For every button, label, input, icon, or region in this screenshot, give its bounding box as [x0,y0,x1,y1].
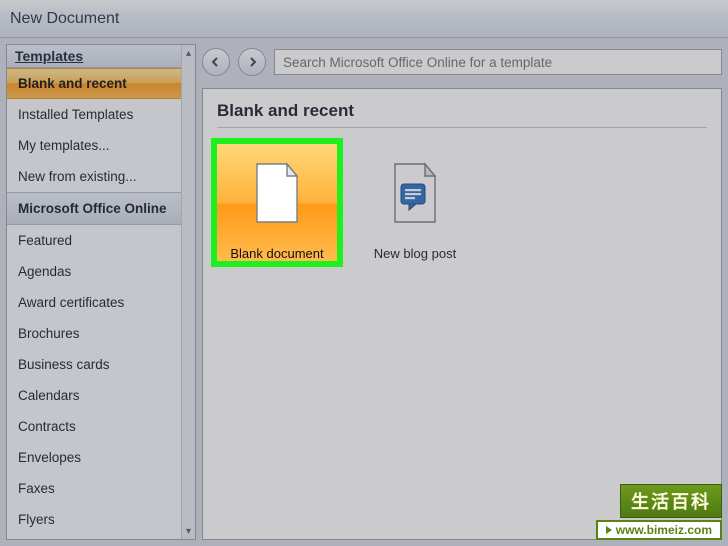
template-items-row: Blank document New [217,144,707,261]
arrow-left-icon [210,56,222,68]
right-panel: Blank and recent Blank document [196,38,728,546]
search-input[interactable] [274,49,722,75]
sidebar-item-blank-and-recent[interactable]: Blank and recent [7,68,181,99]
template-item-label: New blog post [374,246,456,261]
watermark: 生活百科 www.bimeiz.com [596,484,722,540]
sidebar-wrap: Templates Blank and recent Installed Tem… [0,38,196,546]
sidebar-item-flyers[interactable]: Flyers [7,504,181,535]
sidebar-item-label: Flyers [18,512,55,527]
sidebar-item-contracts[interactable]: Contracts [7,411,181,442]
sidebar-item-label: My templates... [18,138,110,153]
sidebar-item-label: Contracts [18,419,76,434]
sidebar-item-brochures[interactable]: Brochures [7,318,181,349]
doc-icon-wrap [234,150,320,236]
nav-forward-button[interactable] [238,48,266,76]
template-item-new-blog-post[interactable]: New blog post [355,144,475,261]
sidebar-header-templates[interactable]: Templates [7,45,181,68]
sidebar-item-label: Blank and recent [18,76,127,91]
sidebar-item-label: Microsoft Office Online [18,201,167,216]
titlebar: New Document [0,0,728,38]
sidebar-item-label: Installed Templates [18,107,133,122]
sidebar-item-installed-templates[interactable]: Installed Templates [7,99,181,130]
sidebar-item-calendars[interactable]: Calendars [7,380,181,411]
sidebar-group-office-online: Microsoft Office Online [7,192,181,225]
sidebar-item-new-from-existing[interactable]: New from existing... [7,161,181,192]
nav-back-button[interactable] [202,48,230,76]
template-item-blank-document[interactable]: Blank document [217,144,337,261]
sidebar-item-featured[interactable]: Featured [7,225,181,256]
sidebar-scrollbar[interactable]: ▴ ▾ [181,45,195,539]
sidebar-item-label: Envelopes [18,450,81,465]
doc-icon-wrap [372,150,458,236]
window-title: New Document [10,10,119,28]
sidebar-item-label: Agendas [18,264,71,279]
main-area: Templates Blank and recent Installed Tem… [0,38,728,546]
blank-document-icon [251,162,303,224]
template-item-label: Blank document [230,246,323,261]
sidebar-item-faxes[interactable]: Faxes [7,473,181,504]
watermark-url: www.bimeiz.com [596,520,722,540]
watermark-banner: 生活百科 [620,484,722,518]
sidebar-item-label: Faxes [18,481,55,496]
scroll-down-icon[interactable]: ▾ [182,523,195,539]
sidebar-item-label: New from existing... [18,169,137,184]
sidebar-item-business-cards[interactable]: Business cards [7,349,181,380]
sidebar-item-label: Business cards [18,357,110,372]
sidebar-item-label: Brochures [18,326,80,341]
sidebar-content: Templates Blank and recent Installed Tem… [7,45,181,535]
sidebar-item-award-certificates[interactable]: Award certificates [7,287,181,318]
templates-sidebar: Templates Blank and recent Installed Tem… [6,44,196,540]
toolbar [202,44,722,80]
sidebar-item-envelopes[interactable]: Envelopes [7,442,181,473]
sidebar-item-agendas[interactable]: Agendas [7,256,181,287]
blog-post-icon [389,162,441,224]
content-panel: Blank and recent Blank document [202,88,722,540]
sidebar-item-label: Calendars [18,388,80,403]
arrow-right-icon [246,56,258,68]
scroll-up-icon[interactable]: ▴ [182,45,195,61]
sidebar-item-label: Featured [18,233,72,248]
section-title: Blank and recent [217,101,707,128]
sidebar-item-label: Award certificates [18,295,124,310]
sidebar-item-my-templates[interactable]: My templates... [7,130,181,161]
